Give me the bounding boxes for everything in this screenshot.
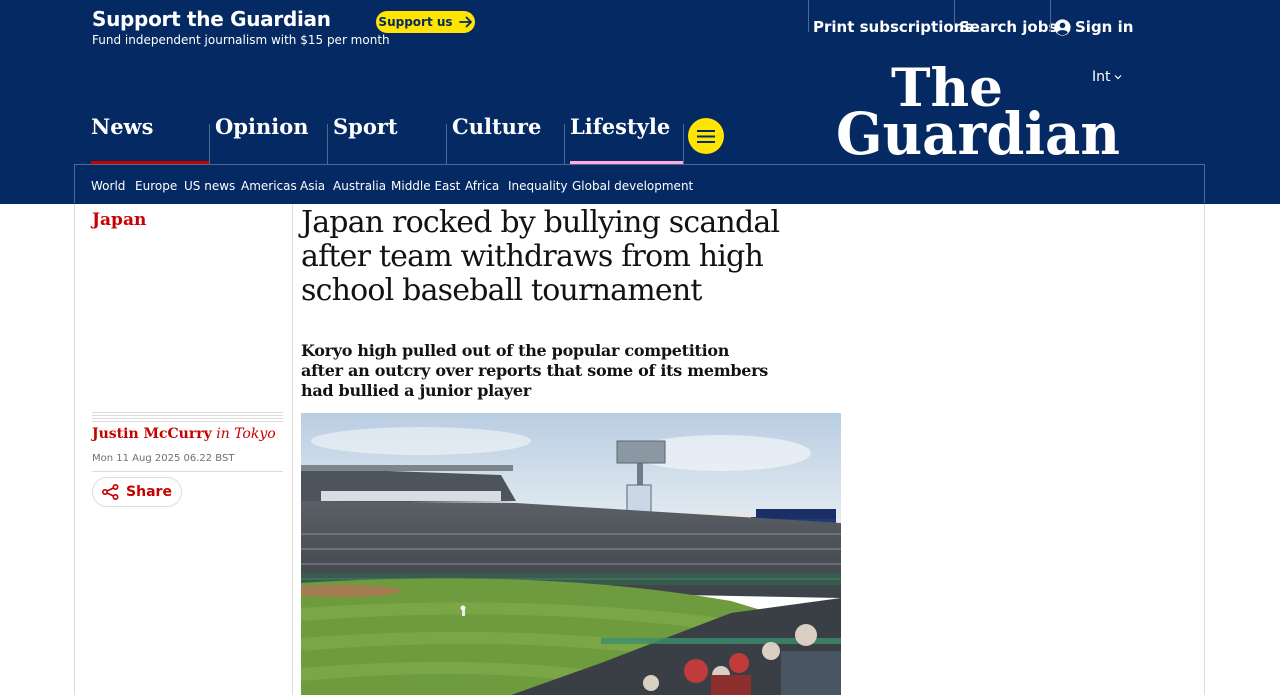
byline: Justin McCurry in Tokyo [92,426,276,442]
menu-button[interactable] [688,118,724,154]
divider [327,124,328,164]
stadium-photo [301,413,841,695]
masthead: Int The Guardian News Opinion Sport Cult… [0,56,1280,204]
support-banner: Support the Guardian Fund independent jo… [0,0,1280,56]
sub-navigation: World Europe US news Americas Asia Austr… [74,164,1205,203]
sign-in-link[interactable]: Sign in [1054,18,1133,36]
share-button[interactable]: Share [92,477,182,507]
hamburger-icon [697,129,715,143]
divider [808,0,809,32]
section-tag[interactable]: Japan [92,210,146,230]
pillar-opinion[interactable]: Opinion [215,114,308,164]
support-us-label: Support us [378,15,453,29]
subnav-africa[interactable]: Africa [465,179,499,193]
logo-line2: Guardian [836,100,1120,160]
author-link[interactable]: Justin McCurry [92,426,212,442]
subnav-inequality[interactable]: Inequality [508,179,568,193]
guardian-logo[interactable]: The Guardian [836,62,1120,160]
divider [683,124,684,164]
subnav-europe[interactable]: Europe [135,179,177,193]
support-us-button[interactable]: Support us [376,11,475,33]
subnav-global-development[interactable]: Global development [572,179,693,193]
share-icon [102,484,119,500]
article-main-image [301,413,841,695]
article-headline: Japan rocked by bullying scandal after t… [301,205,780,308]
meta-divider [92,412,283,424]
user-icon [1054,18,1071,36]
print-subscriptions-link[interactable]: Print subscriptions [813,18,973,36]
pillar-lifestyle[interactable]: Lifestyle [570,114,670,164]
divider [564,124,565,164]
support-title: Support the Guardian [92,7,331,31]
subnav-world[interactable]: World [91,179,125,193]
pillar-culture[interactable]: Culture [452,114,541,164]
divider [954,0,955,32]
support-subtitle: Fund independent journalism with $15 per… [92,33,390,47]
article-standfirst: Koryo high pulled out of the popular com… [301,341,768,400]
subnav-americas[interactable]: Americas [241,179,297,193]
meta-rule [92,471,283,472]
column-divider [292,204,293,695]
subnav-us-news[interactable]: US news [184,179,235,193]
share-label: Share [126,484,172,500]
author-location: in Tokyo [216,426,276,442]
pillar-news[interactable]: News [91,114,153,164]
subnav-middle-east[interactable]: Middle East [391,179,460,193]
sign-in-label: Sign in [1075,18,1134,36]
divider [209,124,210,164]
pillar-sport[interactable]: Sport [333,114,398,164]
divider [1050,0,1051,32]
divider [446,124,447,164]
arrow-right-icon [458,16,472,28]
subnav-asia[interactable]: Asia [300,179,325,193]
publish-date: Mon 11 Aug 2025 06.22 BST [92,453,235,464]
subnav-australia[interactable]: Australia [333,179,386,193]
search-jobs-link[interactable]: Search jobs [959,18,1057,36]
